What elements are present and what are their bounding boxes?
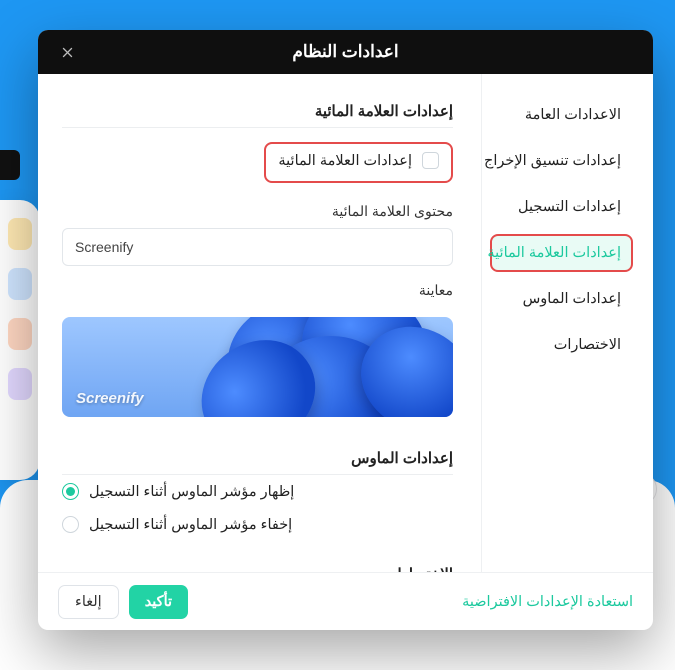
- settings-content[interactable]: إعدادات العلامة المائية إعدادات العلامة …: [38, 74, 481, 572]
- shortcuts-section-title: الاختصارات: [62, 555, 453, 572]
- preview-wallpaper: [167, 317, 453, 417]
- cancel-button[interactable]: إلغاء: [58, 585, 119, 619]
- radio-checked-icon: [62, 483, 79, 500]
- watermark-enable-highlight: إعدادات العلامة المائية: [264, 142, 453, 183]
- restore-defaults-link[interactable]: استعادة الإعدادات الافتراضية: [462, 594, 633, 610]
- mouse-show-radio[interactable]: إظهار مؤشر الماوس أثناء التسجيل: [62, 475, 453, 508]
- sidebar-item-shortcuts[interactable]: الاختصارات: [490, 326, 633, 364]
- watermark-enable-label: إعدادات العلامة المائية: [278, 153, 412, 169]
- watermark-content-label: محتوى العلامة المائية: [62, 187, 453, 228]
- sidebar-item-recording[interactable]: إعدادات التسجيل: [490, 188, 633, 226]
- modal-title: اعدادات النظام: [292, 42, 398, 62]
- close-icon: [60, 45, 75, 60]
- watermark-preview: Screenify: [62, 317, 453, 417]
- sidebar-item-watermark[interactable]: إعدادات العلامة المائية: [490, 234, 633, 272]
- background-card: [0, 200, 40, 480]
- watermark-preview-label: معاينة: [62, 266, 453, 307]
- watermark-preview-text: Screenify: [76, 390, 144, 407]
- mouse-section-title: إعدادات الماوس: [62, 439, 453, 475]
- sidebar-item-mouse[interactable]: إعدادات الماوس: [490, 280, 633, 318]
- radio-unchecked-icon: [62, 516, 79, 533]
- confirm-button[interactable]: تأكيد: [129, 585, 188, 619]
- modal-titlebar: اعدادات النظام: [38, 30, 653, 74]
- watermark-section-title: إعدادات العلامة المائية: [62, 92, 453, 128]
- sidebar-item-general[interactable]: الاعدادات العامة: [490, 96, 633, 134]
- mouse-hide-radio[interactable]: إخفاء مؤشر الماوس أثناء التسجيل: [62, 508, 453, 541]
- mouse-show-label: إظهار مؤشر الماوس أثناء التسجيل: [89, 484, 294, 500]
- sidebar-item-output-format[interactable]: إعدادات تنسيق الإخراج: [490, 142, 633, 180]
- watermark-enable-checkbox[interactable]: إعدادات العلامة المائية: [278, 152, 439, 169]
- checkbox-icon: [422, 152, 439, 169]
- modal-footer: استعادة الإعدادات الافتراضية تأكيد إلغاء: [38, 572, 653, 630]
- settings-modal: اعدادات النظام الاعدادات العامة إعدادات …: [38, 30, 653, 630]
- sidebar-nav: الاعدادات العامة إعدادات تنسيق الإخراج إ…: [481, 74, 653, 572]
- close-button[interactable]: [52, 30, 82, 74]
- watermark-content-input[interactable]: [62, 228, 453, 266]
- mouse-hide-label: إخفاء مؤشر الماوس أثناء التسجيل: [89, 517, 292, 533]
